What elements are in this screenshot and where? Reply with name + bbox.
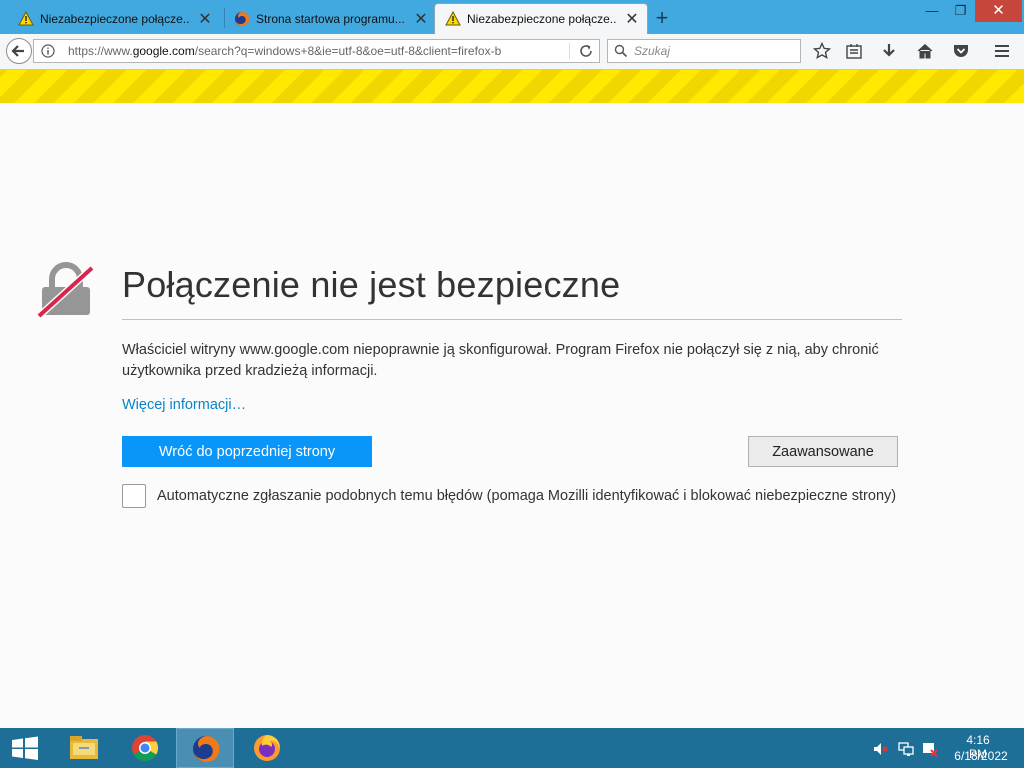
home-icon[interactable] — [916, 42, 934, 60]
chrome-icon — [132, 735, 159, 762]
url-text[interactable]: https://www.google.com/search?q=windows+… — [68, 44, 501, 58]
info-icon[interactable] — [41, 44, 55, 58]
bookmark-star-icon[interactable] — [813, 42, 831, 60]
hamburger-menu-icon[interactable] — [993, 42, 1011, 60]
file-explorer-icon — [70, 736, 98, 759]
minimize-button[interactable]: — — [918, 0, 946, 22]
report-errors-label: Automatyczne zgłaszanie podobnych temu b… — [157, 488, 897, 504]
broken-lock-icon — [36, 262, 96, 320]
action-center-icon[interactable] — [922, 741, 938, 757]
warning-icon — [445, 11, 461, 26]
firefox-dev-taskbar-button[interactable] — [238, 728, 296, 768]
tab-label: Niezabezpieczone połącze... — [40, 11, 190, 26]
close-icon[interactable]: ✕ — [625, 9, 639, 29]
restore-button[interactable]: ❐ — [946, 0, 975, 22]
new-tab-button[interactable]: + — [652, 5, 672, 31]
more-info-link[interactable]: Więcej informacji… — [122, 397, 246, 413]
pocket-icon[interactable] — [952, 42, 970, 60]
advanced-button[interactable]: Zaawansowane — [748, 436, 898, 467]
firefox-icon — [193, 735, 220, 762]
windows-taskbar: 4:16 PM 6/18/2022 — [0, 728, 1024, 768]
warning-stripe — [0, 70, 1024, 103]
url-path: /search?q=windows+8&ie=utf-8&oe=utf-8&cl… — [194, 44, 502, 58]
download-icon[interactable] — [880, 42, 898, 60]
title-divider — [122, 319, 902, 320]
tab-label: Strona startowa programu... — [256, 11, 405, 26]
windows-start-icon[interactable] — [0, 728, 52, 768]
report-errors-checkbox[interactable] — [122, 484, 146, 508]
reading-list-icon[interactable] — [845, 42, 863, 60]
tab-label: Niezabezpieczone połącze... — [467, 12, 617, 26]
window-close-button[interactable]: ✕ — [975, 0, 1022, 22]
firefox-icon — [235, 11, 250, 26]
search-input[interactable]: Szukaj — [634, 44, 670, 58]
clock-date[interactable]: 6/18/2022 — [952, 749, 1010, 763]
close-icon[interactable]: ✕ — [414, 9, 428, 29]
chrome-taskbar-button[interactable] — [116, 728, 174, 768]
go-back-button[interactable]: Wróć do poprzedniej strony — [122, 436, 372, 467]
back-button[interactable] — [6, 38, 32, 64]
tab-1[interactable]: Niezabezpieczone połącze... ✕ — [4, 3, 226, 34]
search-icon — [614, 44, 628, 58]
tab-strip: Niezabezpieczone połącze... ✕ Strona sta… — [0, 0, 1024, 34]
speaker-muted-icon[interactable] — [873, 741, 889, 757]
error-description: Właściciel witryny www.google.com niepop… — [122, 342, 879, 379]
page-title: Połączenie nie jest bezpieczne — [122, 264, 621, 305]
url-prefix: https://www. — [68, 44, 133, 58]
reload-icon[interactable] — [578, 43, 594, 59]
network-icon[interactable] — [898, 741, 914, 757]
navigation-toolbar: https://www.google.com/search?q=windows+… — [0, 34, 1024, 70]
warning-icon — [18, 10, 34, 25]
firefox-dev-icon — [254, 735, 280, 761]
url-separator — [569, 43, 570, 59]
arrow-left-icon — [11, 45, 24, 57]
tab-3-active[interactable]: Niezabezpieczone połącze... ✕ — [434, 3, 648, 34]
url-bar[interactable]: https://www.google.com/search?q=windows+… — [33, 39, 600, 63]
url-domain: google.com — [132, 44, 195, 58]
tab-2[interactable]: Strona startowa programu... ✕ — [220, 3, 434, 34]
close-icon[interactable]: ✕ — [198, 9, 212, 29]
search-bar[interactable]: Szukaj — [607, 39, 801, 63]
file-explorer-taskbar-button[interactable] — [54, 728, 112, 768]
firefox-taskbar-button[interactable] — [176, 728, 234, 768]
